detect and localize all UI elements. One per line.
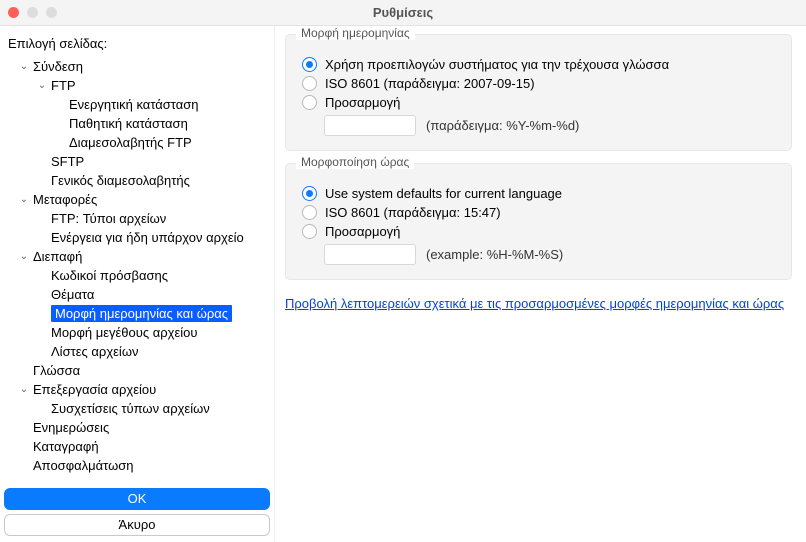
chevron-down-icon[interactable]: ⌄: [36, 80, 48, 91]
tree-item[interactable]: ⌄Διεπαφή: [0, 247, 270, 266]
tree-item-label: Μορφή ημερομηνίας και ώρας: [51, 305, 232, 322]
chevron-down-icon[interactable]: ⌄: [18, 251, 30, 262]
tree-item-label: Γενικός διαμεσολαβητής: [51, 173, 190, 188]
tree-item[interactable]: Κωδικοί πρόσβασης: [0, 266, 270, 285]
date-custom-hint: (παράδειγμα: %Y-%m-%d): [426, 118, 579, 133]
tree-item-label: Σύνδεση: [33, 59, 83, 74]
time-custom-radio[interactable]: [302, 224, 317, 239]
tree-item[interactable]: Ενέργεια για ήδη υπάρχον αρχείο: [0, 228, 270, 247]
tree-item[interactable]: Καταγραφή: [0, 437, 270, 456]
tree-item-label: Μορφή μεγέθους αρχείου: [51, 325, 198, 340]
time-custom-input[interactable]: [324, 244, 416, 265]
tree-item-label: Ενεργητική κατάσταση: [69, 97, 199, 112]
tree-item[interactable]: ⌄Σύνδεση: [0, 57, 270, 76]
tree-item[interactable]: Παθητική κατάσταση: [0, 114, 270, 133]
date-iso-label: ISO 8601 (παράδειγμα: 2007-09-15): [325, 76, 535, 91]
time-system-label: Use system defaults for current language: [325, 186, 562, 201]
custom-format-details-link[interactable]: Προβολή λεπτομερειών σχετικά με τις προσ…: [285, 296, 784, 311]
tree-item[interactable]: Μορφή ημερομηνίας και ώρας: [0, 304, 270, 323]
tree-item-label: Αποσφαλμάτωση: [33, 458, 134, 473]
tree-item[interactable]: Γλώσσα: [0, 361, 270, 380]
tree-item[interactable]: Διαμεσολαβητής FTP: [0, 133, 270, 152]
traffic-lights: [8, 7, 57, 18]
tree-item[interactable]: Γενικός διαμεσολαβητής: [0, 171, 270, 190]
tree-item-label: Θέματα: [51, 287, 94, 302]
tree-item[interactable]: Αποσφαλμάτωση: [0, 456, 270, 475]
date-format-legend: Μορφή ημερομηνίας: [296, 26, 415, 40]
date-custom-input[interactable]: [324, 115, 416, 136]
tree-item-label: Διαμεσολαβητής FTP: [69, 135, 192, 150]
time-format-group: Μορφοποίηση ώρας Use system defaults for…: [285, 163, 792, 280]
cancel-button[interactable]: Άκυρο: [4, 514, 270, 536]
date-custom-label: Προσαρμογή: [325, 95, 400, 110]
sidebar-header: Επιλογή σελίδας:: [0, 26, 274, 57]
tree-item[interactable]: ⌄FTP: [0, 76, 270, 95]
page-tree: ⌄Σύνδεση⌄FTPΕνεργητική κατάστασηΠαθητική…: [0, 57, 274, 480]
date-format-group: Μορφή ημερομηνίας Χρήση προεπιλογών συστ…: [285, 34, 792, 151]
tree-item-label: Ενημερώσεις: [33, 420, 109, 435]
time-system-radio[interactable]: [302, 186, 317, 201]
tree-item[interactable]: SFTP: [0, 152, 270, 171]
date-custom-radio[interactable]: [302, 95, 317, 110]
tree-item-label: Επεξεργασία αρχείου: [33, 382, 156, 397]
tree-item[interactable]: Λίστες αρχείων: [0, 342, 270, 361]
time-custom-hint: (example: %H-%M-%S): [426, 247, 563, 262]
ok-button[interactable]: OK: [4, 488, 270, 510]
time-custom-label: Προσαρμογή: [325, 224, 400, 239]
window-title: Ρυθμίσεις: [0, 5, 806, 20]
time-format-legend: Μορφοποίηση ώρας: [296, 155, 414, 169]
tree-item[interactable]: Ενεργητική κατάσταση: [0, 95, 270, 114]
tree-item-label: Λίστες αρχείων: [51, 344, 138, 359]
titlebar: Ρυθμίσεις: [0, 0, 806, 26]
tree-item-label: Μεταφορές: [33, 192, 97, 207]
tree-item[interactable]: Συσχετίσεις τύπων αρχείων: [0, 399, 270, 418]
tree-item-label: Ενέργεια για ήδη υπάρχον αρχείο: [51, 230, 244, 245]
date-system-radio[interactable]: [302, 57, 317, 72]
tree-item-label: FTP: [51, 78, 76, 93]
tree-item-label: Κωδικοί πρόσβασης: [51, 268, 168, 283]
tree-item[interactable]: Θέματα: [0, 285, 270, 304]
sidebar: Επιλογή σελίδας: ⌄Σύνδεση⌄FTPΕνεργητική …: [0, 26, 275, 542]
time-iso-label: ISO 8601 (παράδειγμα: 15:47): [325, 205, 501, 220]
chevron-down-icon[interactable]: ⌄: [18, 194, 30, 205]
main-panel: Μορφή ημερομηνίας Χρήση προεπιλογών συστ…: [275, 26, 806, 542]
tree-item[interactable]: FTP: Τύποι αρχείων: [0, 209, 270, 228]
tree-item[interactable]: Ενημερώσεις: [0, 418, 270, 437]
tree-item-label: Διεπαφή: [33, 249, 82, 264]
tree-item-label: Γλώσσα: [33, 363, 80, 378]
date-system-label: Χρήση προεπιλογών συστήματος για την τρέ…: [325, 57, 669, 72]
tree-item-label: Συσχετίσεις τύπων αρχείων: [51, 401, 210, 416]
tree-item-label: FTP: Τύποι αρχείων: [51, 211, 166, 226]
chevron-down-icon[interactable]: ⌄: [18, 384, 30, 395]
date-iso-radio[interactable]: [302, 76, 317, 91]
close-window-button[interactable]: [8, 7, 19, 18]
minimize-window-button[interactable]: [27, 7, 38, 18]
tree-item[interactable]: Μορφή μεγέθους αρχείου: [0, 323, 270, 342]
tree-item-label: SFTP: [51, 154, 84, 169]
tree-item-label: Παθητική κατάσταση: [69, 116, 188, 131]
time-iso-radio[interactable]: [302, 205, 317, 220]
tree-item[interactable]: ⌄Μεταφορές: [0, 190, 270, 209]
tree-item-label: Καταγραφή: [33, 439, 99, 454]
chevron-down-icon[interactable]: ⌄: [18, 61, 30, 72]
maximize-window-button[interactable]: [46, 7, 57, 18]
tree-item[interactable]: ⌄Επεξεργασία αρχείου: [0, 380, 270, 399]
